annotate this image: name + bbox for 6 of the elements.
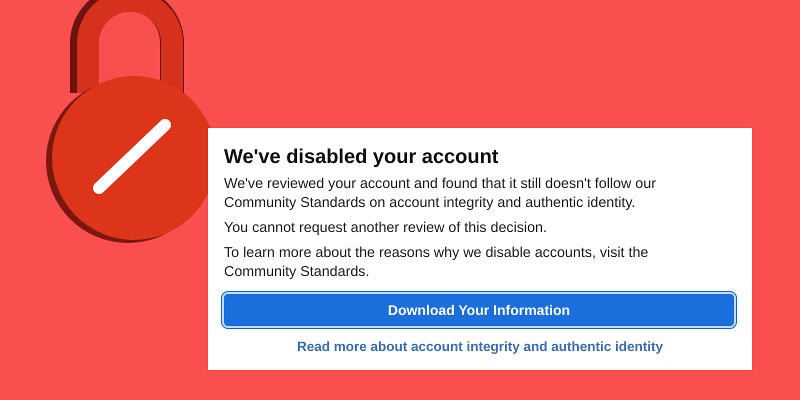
read-more-link[interactable]: Read more about account integrity and authentic identity [296, 339, 664, 354]
download-button[interactable]: Download Your Information [222, 292, 736, 328]
dialog-paragraph: We've reviewed your account and found that it still doesn't follow our Community Standards on account integrity and authentic identity. [224, 175, 657, 213]
dialog-paragraph: To learn more about the reasons why we disable accounts, visit the Community Standards. [224, 244, 650, 282]
dialog-paragraph: You cannot request another review of this decision. [224, 219, 548, 238]
dialog-title: We've disabled your account [224, 146, 500, 169]
